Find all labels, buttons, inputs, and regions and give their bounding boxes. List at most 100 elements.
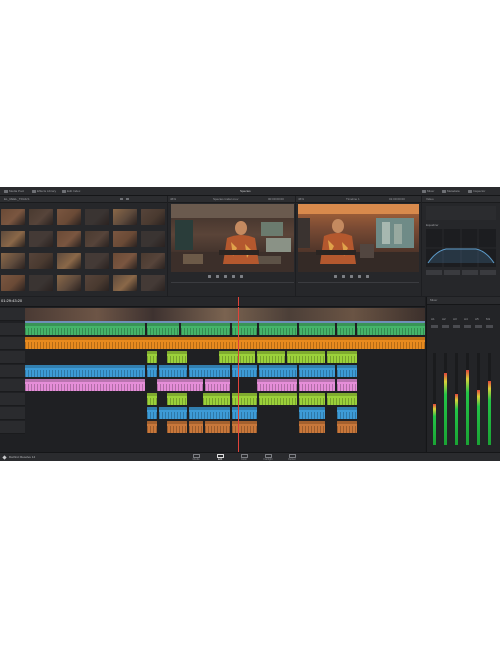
audio-clip[interactable] xyxy=(147,351,157,363)
media-thumbnail[interactable] xyxy=(85,209,109,225)
media-thumbnail[interactable] xyxy=(113,209,137,225)
media-thumbnail[interactable] xyxy=(57,231,81,247)
media-thumbnail[interactable] xyxy=(29,231,53,247)
audio-clip[interactable] xyxy=(299,323,335,335)
audio-track-header[interactable] xyxy=(0,379,25,392)
media-thumbnail[interactable] xyxy=(1,209,25,225)
media-thumbnail[interactable] xyxy=(113,231,137,247)
audio-clip[interactable] xyxy=(257,351,285,363)
media-thumbnail[interactable] xyxy=(85,275,109,291)
media-thumbnail[interactable] xyxy=(29,275,53,291)
inspector-video-section[interactable]: Video xyxy=(426,197,434,201)
media-thumbnail[interactable] xyxy=(29,253,53,269)
source-viewer-image[interactable] xyxy=(171,204,294,272)
media-thumbnail[interactable] xyxy=(57,275,81,291)
media-thumbnail[interactable] xyxy=(29,209,53,225)
audio-clip[interactable] xyxy=(327,393,357,405)
media-pool-button[interactable]: Media Pool xyxy=(4,189,24,193)
media-thumbnail[interactable] xyxy=(141,209,165,225)
jog-back-icon[interactable] xyxy=(334,275,337,278)
audio-clip[interactable] xyxy=(25,365,145,377)
inspector-controls[interactable] xyxy=(426,206,496,220)
media-thumbnail[interactable] xyxy=(141,275,165,291)
audio-clip[interactable] xyxy=(189,365,230,377)
source-scrubber[interactable] xyxy=(171,282,294,283)
media-thumbnail[interactable] xyxy=(1,275,25,291)
audio-clip[interactable] xyxy=(232,407,257,419)
audio-clip[interactable] xyxy=(147,407,157,419)
media-thumbnail[interactable] xyxy=(1,253,25,269)
channel-fader[interactable] xyxy=(453,325,460,328)
play-reverse-icon[interactable] xyxy=(216,275,219,278)
jog-forward-icon[interactable] xyxy=(366,275,369,278)
audio-track-header[interactable] xyxy=(0,337,25,350)
page-tab-color[interactable]: Color xyxy=(238,454,250,461)
audio-clip[interactable] xyxy=(25,337,425,349)
mixer-button[interactable]: Mixer xyxy=(422,189,434,193)
source-zoom[interactable]: 46% xyxy=(170,197,176,201)
audio-clip[interactable] xyxy=(232,421,257,433)
media-thumbnail[interactable] xyxy=(57,253,81,269)
audio-clip[interactable] xyxy=(167,421,187,433)
channel-fader[interactable] xyxy=(431,325,438,328)
page-tab-edit[interactable]: Edit xyxy=(214,454,226,461)
stop-icon[interactable] xyxy=(350,275,353,278)
playhead-line[interactable] xyxy=(238,307,239,452)
playhead-marker[interactable] xyxy=(238,297,239,306)
metadata-button[interactable]: Metadata xyxy=(442,189,460,193)
media-thumbnail[interactable] xyxy=(85,253,109,269)
audio-clip[interactable] xyxy=(167,393,187,405)
jog-forward-icon[interactable] xyxy=(240,275,243,278)
audio-clip[interactable] xyxy=(147,323,179,335)
audio-clip[interactable] xyxy=(25,323,145,335)
play-icon[interactable] xyxy=(358,275,361,278)
list-view-icon[interactable] xyxy=(120,198,123,200)
video-track-header[interactable] xyxy=(0,308,25,321)
audio-clip[interactable] xyxy=(327,351,357,363)
audio-clip[interactable] xyxy=(167,351,187,363)
audio-clip[interactable] xyxy=(25,379,145,391)
audio-track-header[interactable] xyxy=(0,407,25,420)
channel-fader[interactable] xyxy=(486,325,493,328)
audio-clip[interactable] xyxy=(287,351,325,363)
media-thumbnail[interactable] xyxy=(113,275,137,291)
audio-clip[interactable] xyxy=(337,379,357,391)
audio-clip[interactable] xyxy=(259,393,297,405)
page-tab-deliver[interactable]: Deliver xyxy=(286,454,298,461)
inspector-button[interactable]: Inspector xyxy=(468,189,485,193)
audio-clip[interactable] xyxy=(259,323,297,335)
audio-track-header[interactable] xyxy=(0,351,25,364)
media-thumbnail[interactable] xyxy=(141,253,165,269)
audio-track-header[interactable] xyxy=(0,393,25,406)
audio-track-header[interactable] xyxy=(0,421,25,434)
jog-back-icon[interactable] xyxy=(208,275,211,278)
audio-clip[interactable] xyxy=(147,393,157,405)
timeline-zoom[interactable]: 46% xyxy=(298,197,304,201)
media-thumbnail[interactable] xyxy=(113,253,137,269)
play-reverse-icon[interactable] xyxy=(342,275,345,278)
audio-clip[interactable] xyxy=(205,421,230,433)
audio-clip[interactable] xyxy=(147,421,157,433)
audio-clip[interactable] xyxy=(232,393,257,405)
eq-band-2[interactable] xyxy=(444,270,460,275)
audio-clip[interactable] xyxy=(357,323,425,335)
audio-track-header[interactable] xyxy=(0,323,25,336)
audio-clip[interactable] xyxy=(189,407,230,419)
play-icon[interactable] xyxy=(232,275,235,278)
page-tab-fairlight[interactable]: Fairlight xyxy=(262,454,274,461)
audio-track-header[interactable] xyxy=(0,365,25,378)
audio-clip[interactable] xyxy=(205,379,230,391)
timeline-viewer-image[interactable] xyxy=(298,204,419,272)
audio-clip[interactable] xyxy=(189,421,203,433)
audio-clip[interactable] xyxy=(157,379,203,391)
channel-fader[interactable] xyxy=(464,325,471,328)
stop-icon[interactable] xyxy=(224,275,227,278)
audio-clip[interactable] xyxy=(181,323,230,335)
audio-clip[interactable] xyxy=(337,365,357,377)
timeline-scrubber[interactable] xyxy=(298,282,419,283)
audio-clip[interactable] xyxy=(259,365,297,377)
audio-clip[interactable] xyxy=(299,379,335,391)
grid-view-icon[interactable] xyxy=(126,198,129,200)
audio-clip[interactable] xyxy=(232,365,257,377)
audio-clip[interactable] xyxy=(299,393,325,405)
